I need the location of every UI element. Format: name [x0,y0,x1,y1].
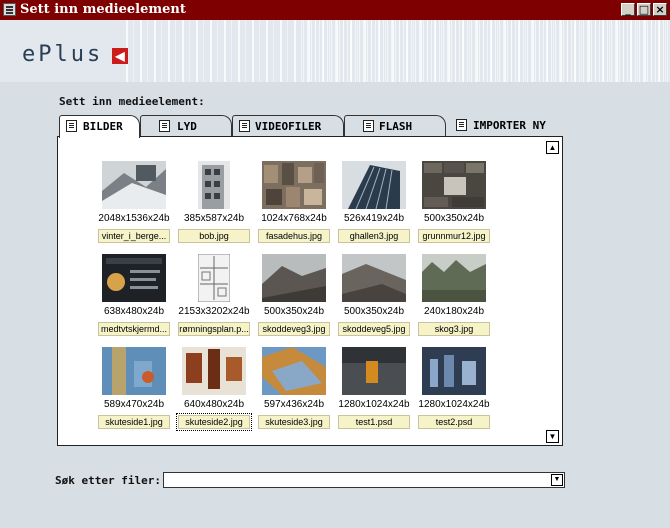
file-item[interactable]: 1280x1024x24b test1.psd [334,347,414,437]
import-icon [456,119,467,131]
file-item[interactable]: 500x350x24b skoddeveg5.jpg [334,254,414,344]
file-name[interactable]: test1.psd [338,415,410,429]
file-item[interactable]: 500x350x24b skoddeveg3.jpg [254,254,334,344]
tab-flash[interactable]: FLASH [344,115,446,136]
vertical-scrollbar[interactable]: ▲ ▼ [546,141,559,443]
file-thumbnail [342,161,406,209]
file-item[interactable]: 640x480x24b skuteside2.jpg [174,347,254,437]
file-name[interactable]: ghallen3.jpg [338,229,410,243]
tab-label: VIDEOFILER [255,120,322,133]
close-button[interactable]: × [653,3,667,16]
flash-icon [363,120,374,132]
file-name[interactable]: skuteside1.jpg [98,415,170,429]
tab-label: IMPORTER NY [473,119,546,132]
tab-importer-ny[interactable]: IMPORTER NY [454,115,566,136]
file-thumbnail [102,161,166,209]
file-name[interactable]: skuteside2.jpg [176,413,252,431]
search-dropdown-button[interactable]: ▼ [551,474,563,486]
sound-icon [159,120,170,132]
header-decoration-fine [300,20,670,82]
search-label: Søk etter filer: [55,474,161,487]
file-item[interactable]: 1024x768x24b fasadehus.jpg [254,161,334,251]
file-dimensions: 240x180x24b [423,306,485,317]
file-item[interactable]: 638x480x24b medtvtskjermd... [94,254,174,344]
file-name[interactable]: skog3.jpg [418,322,490,336]
file-item[interactable]: 500x350x24b grunnmur12.jpg [414,161,494,251]
tab-label: LYD [177,120,197,133]
file-name[interactable]: grunnmur12.jpg [418,229,490,243]
image-icon [66,120,77,132]
file-item[interactable]: 589x470x24b skuteside1.jpg [94,347,174,437]
tab-label: FLASH [379,120,413,133]
tab-videofiler[interactable]: VIDEOFILER [232,115,344,136]
file-thumbnail [198,161,230,209]
file-item[interactable]: 2153x3202x24b rømningsplan.p... [174,254,254,344]
tab-label: BILDER [83,120,123,133]
file-name[interactable]: fasadehus.jpg [258,229,330,243]
file-thumbnail [262,254,326,302]
file-thumbnail [342,347,406,395]
media-panel: ▲ ▼ 2048x1536x24b vinter_i_berge... 385x… [57,136,563,446]
file-dimensions: 1280x1024x24b [418,399,490,410]
file-item[interactable]: 526x419x24b ghallen3.jpg [334,161,414,251]
window-title: Sett inn medieelement [20,2,186,17]
app-icon [3,3,16,16]
app-header: ePlus ◀ [0,20,670,82]
tab-lyd[interactable]: LYD [140,115,232,136]
file-name[interactable]: skuteside3.jpg [258,415,330,429]
file-name[interactable]: vinter_i_berge... [98,229,170,243]
file-thumbnail [262,161,326,209]
minimize-button[interactable]: _ [621,3,635,16]
file-name[interactable]: medtvtskjermd... [98,322,170,336]
file-thumbnail [198,254,230,302]
file-name[interactable]: bob.jpg [178,229,250,243]
search-input[interactable]: ▼ [163,472,565,488]
scroll-up-button[interactable]: ▲ [546,141,559,154]
file-thumbnail [342,254,406,302]
title-bar: Sett inn medieelement _ □ × [0,0,670,20]
file-item[interactable]: 597x436x24b skuteside3.jpg [254,347,334,437]
file-thumbnail [262,347,326,395]
file-dimensions: 500x350x24b [423,213,485,224]
file-thumbnail [182,347,246,395]
file-thumbnail [422,161,486,209]
film-icon [239,120,250,132]
exit-icon[interactable]: ◀ [112,48,128,64]
file-item[interactable]: 2048x1536x24b vinter_i_berge... [94,161,174,251]
file-thumbnail [102,254,166,302]
tab-bilder[interactable]: BILDER [59,115,140,138]
file-item[interactable]: 240x180x24b skog3.jpg [414,254,494,344]
file-name[interactable]: rømningsplan.p... [178,322,250,336]
maximize-button[interactable]: □ [637,3,651,16]
file-thumbnail [422,254,486,302]
file-thumbnail [102,347,166,395]
eplus-logo: ePlus [22,42,104,67]
file-item[interactable]: 385x587x24b bob.jpg [174,161,254,251]
dialog-label: Sett inn medieelement: [59,95,205,108]
file-name[interactable]: skoddeveg3.jpg [258,322,330,336]
file-item[interactable]: 1280x1024x24b test2.psd [414,347,494,437]
file-name[interactable]: skoddeveg5.jpg [338,322,410,336]
scroll-down-button[interactable]: ▼ [546,430,559,443]
file-thumbnail [422,347,486,395]
file-name[interactable]: test2.psd [418,415,490,429]
